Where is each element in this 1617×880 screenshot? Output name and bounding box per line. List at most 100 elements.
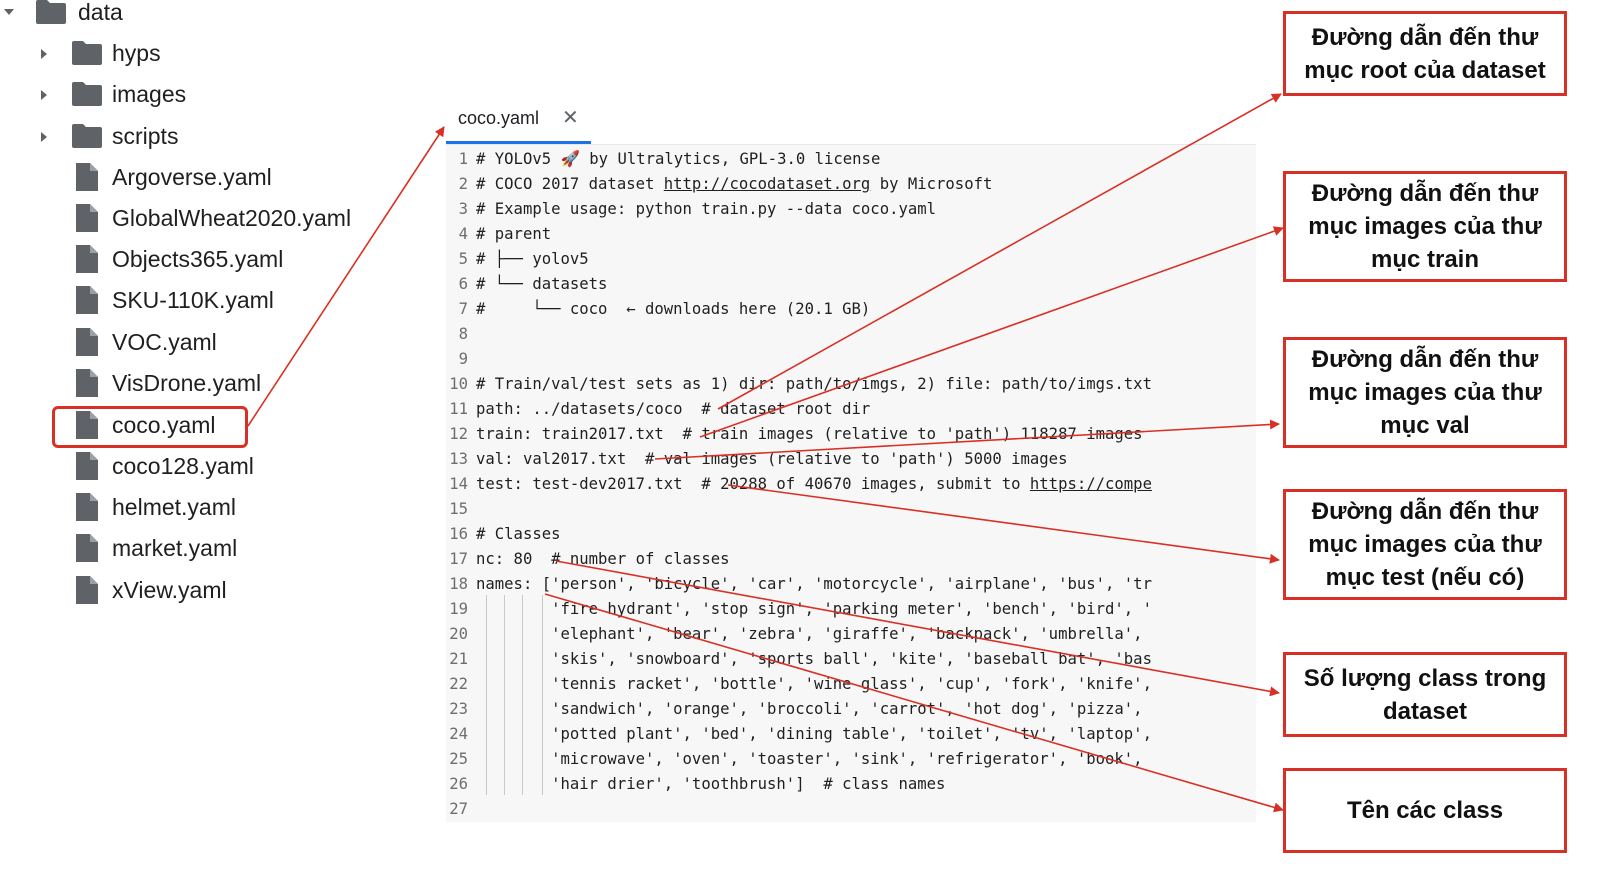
tree-file-label: VOC.yaml (112, 329, 217, 355)
tree-file-coco128[interactable]: coco128.yaml (0, 449, 380, 483)
file-icon (75, 327, 99, 357)
line-number: 14 (449, 475, 468, 493)
code-line: 16 # Classes (446, 522, 1256, 547)
line-text: 'fire hydrant', 'stop sign', 'parking me… (476, 600, 1152, 618)
line-number: 3 (458, 200, 468, 218)
code-link[interactable]: https://compe (1030, 475, 1152, 493)
line-number: 1 (458, 150, 468, 168)
code-line: 11 path: ../datasets/coco # dataset root … (446, 397, 1256, 422)
code-line: 15 (446, 497, 1256, 522)
tree-file-voc[interactable]: VOC.yaml (0, 325, 380, 359)
tab-label: coco.yaml (458, 108, 540, 128)
tree-file-visdrone[interactable]: VisDrone.yaml (0, 366, 380, 400)
file-icon (75, 451, 99, 481)
code-line: 24 'potted plant', 'bed', 'dining table'… (446, 722, 1256, 747)
code-area[interactable]: 1 # YOLOv5 🚀 by Ultralytics, GPL-3.0 lice… (446, 144, 1256, 822)
tree-folder-images[interactable]: images (0, 77, 200, 111)
line-text: val: val2017.txt # val images (relative … (476, 450, 1068, 468)
line-number: 23 (449, 700, 468, 718)
annotation-test-dir: Đường dẫn đến thư mục images của thư mục… (1283, 489, 1567, 600)
file-icon (75, 533, 99, 563)
code-line: 13 val: val2017.txt # val images (relativ… (446, 447, 1256, 472)
tree-file-label: Argoverse.yaml (112, 164, 272, 190)
code-line: 2 # COCO 2017 dataset http://cocodataset.… (446, 172, 1256, 197)
tree-file-xview[interactable]: xView.yaml (0, 573, 380, 607)
chevron-right-icon[interactable] (38, 48, 50, 60)
line-number: 5 (458, 250, 468, 268)
annotation-val-dir: Đường dẫn đến thư mục images của thư mục… (1283, 337, 1567, 448)
annotation-root-dir: Đường dẫn đến thư mục root của dataset (1283, 11, 1567, 96)
line-number: 17 (449, 550, 468, 568)
code-line: 25 'microwave', 'oven', 'toaster', 'sink… (446, 747, 1256, 772)
line-text: 'sandwich', 'orange', 'broccoli', 'carro… (476, 700, 1143, 718)
tree-file-label: xView.yaml (112, 577, 227, 603)
tree-file-label: helmet.yaml (112, 494, 236, 520)
chevron-down-icon[interactable] (3, 6, 15, 18)
tree-file-globalwheat[interactable]: GlobalWheat2020.yaml (0, 201, 380, 235)
chevron-right-icon[interactable] (38, 89, 50, 101)
tree-file-sku110k[interactable]: SKU-110K.yaml (0, 283, 380, 317)
code-line: 17 nc: 80 # number of classes (446, 547, 1256, 572)
tree-folder-label: data (78, 0, 123, 25)
tree-folder-scripts[interactable]: scripts (0, 119, 200, 153)
line-text: 'microwave', 'oven', 'toaster', 'sink', … (476, 750, 1143, 768)
file-icon (75, 575, 99, 605)
tree-folder-hyps[interactable]: hyps (0, 36, 200, 70)
line-text: # COCO 2017 dataset http://cocodataset.o… (476, 175, 993, 193)
tree-folder-label: images (112, 81, 187, 107)
tree-file-label: VisDrone.yaml (112, 370, 262, 396)
folder-icon (71, 40, 103, 66)
tree-file-label: coco128.yaml (112, 453, 254, 479)
line-number: 13 (449, 450, 468, 468)
line-number: 27 (449, 800, 468, 818)
line-number: 22 (449, 675, 468, 693)
code-line: 9 (446, 347, 1256, 372)
line-number: 12 (449, 425, 468, 443)
line-number: 19 (449, 600, 468, 618)
code-line: 23 'sandwich', 'orange', 'broccoli', 'ca… (446, 697, 1256, 722)
line-text: # parent (476, 225, 552, 243)
code-line: 5 # ├── yolov5 (446, 247, 1256, 272)
code-link[interactable]: http://cocodataset.org (664, 175, 871, 193)
tree-file-helmet[interactable]: helmet.yaml (0, 490, 380, 524)
chevron-right-icon[interactable] (38, 131, 50, 143)
tab-coco-yaml[interactable]: coco.yaml ✕ (446, 98, 591, 144)
tree-file-objects365[interactable]: Objects365.yaml (0, 242, 380, 276)
line-number: 6 (458, 275, 468, 293)
tree-file-label: SKU-110K.yaml (112, 287, 274, 313)
line-number: 18 (449, 575, 468, 593)
line-text: 'tennis racket', 'bottle', 'wine glass',… (476, 675, 1152, 693)
code-line: 27 (446, 797, 1256, 822)
folder-icon (71, 81, 103, 107)
code-line: 20 'elephant', 'bear', 'zebra', 'giraffe… (446, 622, 1256, 647)
line-text: path: ../datasets/coco # dataset root di… (476, 400, 871, 418)
close-icon[interactable]: ✕ (562, 107, 579, 129)
tree-file-market[interactable]: market.yaml (0, 531, 380, 565)
line-number: 8 (458, 325, 468, 343)
line-text: train: train2017.txt # train images (rel… (476, 425, 1143, 443)
folder-icon (35, 0, 67, 25)
tree-file-argoverse[interactable]: Argoverse.yaml (0, 160, 380, 194)
annotation-train-dir: Đường dẫn đến thư mục images của thư mục… (1283, 171, 1567, 282)
code-line: 10 # Train/val/test sets as 1) dir: path/… (446, 372, 1256, 397)
tree-folder-data[interactable]: data (0, 0, 200, 29)
file-icon (75, 368, 99, 398)
code-line: 8 (446, 322, 1256, 347)
file-tree: data hyps images scripts Argoverse.yaml … (0, 0, 400, 620)
file-icon (75, 492, 99, 522)
line-number: 25 (449, 750, 468, 768)
code-line: 7 # └── coco ← downloads here (20.1 GB) (446, 297, 1256, 322)
annotation-class-count: Số lượng class trong dataset (1283, 652, 1567, 737)
tree-file-label: Objects365.yaml (112, 246, 284, 272)
line-number: 9 (458, 350, 468, 368)
line-text: 'hair drier', 'toothbrush'] # class name… (476, 775, 946, 793)
file-icon (75, 162, 99, 192)
folder-icon (71, 123, 103, 149)
code-line: 14 test: test-dev2017.txt # 20288 of 4067… (446, 472, 1256, 497)
line-text: 'elephant', 'bear', 'zebra', 'giraffe', … (476, 625, 1143, 643)
tree-folder-label: hyps (112, 40, 161, 66)
code-line: 18 names: ['person', 'bicycle', 'car', 'm… (446, 572, 1256, 597)
code-line: 3 # Example usage: python train.py --data… (446, 197, 1256, 222)
line-number: 16 (449, 525, 468, 543)
code-line: 6 # └── datasets (446, 272, 1256, 297)
